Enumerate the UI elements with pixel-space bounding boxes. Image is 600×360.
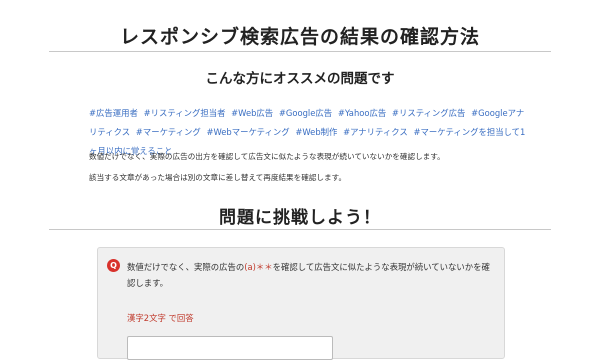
tag-link[interactable]: #Yahoo広告 [338, 108, 386, 118]
tag-link[interactable]: #Web制作 [295, 127, 337, 137]
recommended-heading: こんな方にオススメの問題です [205, 71, 395, 87]
tag-link[interactable]: #Web広告 [231, 108, 273, 118]
question-blank: (a)＊＊ [244, 262, 273, 272]
question-text-before: 数値だけでなく、実際の広告の [127, 262, 245, 272]
title-divider [49, 51, 551, 52]
answer-input[interactable] [127, 336, 333, 360]
tag-link[interactable]: #Google広告 [279, 108, 332, 118]
question-text: 数値だけでなく、実際の広告の(a)＊＊を確認して広告文に似たような表現が続いてい… [127, 259, 497, 291]
challenge-divider [49, 229, 551, 230]
tag-link[interactable]: #アナリティクス [343, 127, 408, 137]
tag-link[interactable]: #リスティング担当者 [144, 108, 226, 118]
tag-link[interactable]: #Webマーケティング [206, 127, 289, 137]
answer-hint: 漢字2文字 で回答 [127, 313, 194, 323]
tag-link[interactable]: #広告運用者 [89, 108, 138, 118]
tag-link[interactable]: #マーケティング [136, 127, 201, 137]
description-line: 数値だけでなく、実際の広告の出方を確認して広告文に似たような表現が続いていないか… [89, 152, 445, 161]
tag-link[interactable]: #リスティング広告 [392, 108, 466, 118]
question-badge-icon: Q [107, 259, 120, 272]
page-title: レスポンシブ検索広告の結果の確認方法 [119, 26, 480, 48]
question-card: Q 数値だけでなく、実際の広告の(a)＊＊を確認して広告文に似たような表現が続い… [97, 247, 505, 360]
challenge-heading: 問題に挑戦しよう！ [219, 208, 381, 228]
description-line: 該当する文章があった場合は別の文章に差し替えて再度結果を確認します。 [89, 173, 347, 182]
